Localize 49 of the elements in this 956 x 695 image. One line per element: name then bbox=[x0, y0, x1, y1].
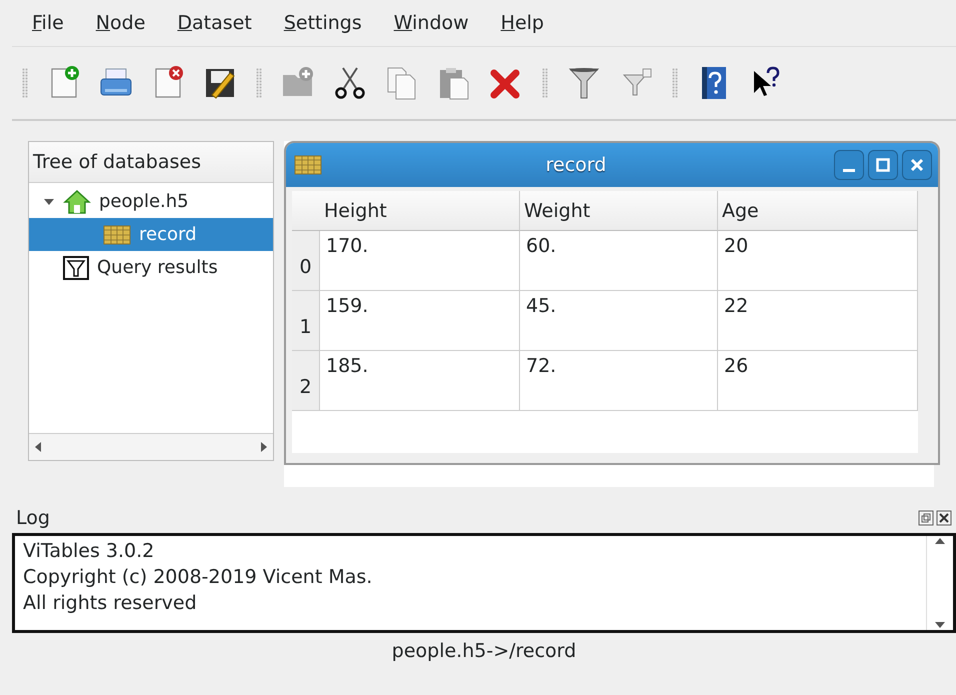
scroll-up-icon[interactable] bbox=[933, 536, 947, 546]
column-header[interactable]: Weight bbox=[520, 191, 718, 231]
horizontal-scrollbar[interactable] bbox=[29, 433, 273, 460]
maximize-icon bbox=[875, 157, 891, 173]
funnel-icon bbox=[566, 65, 602, 101]
expanded-arrow-icon[interactable] bbox=[43, 196, 55, 206]
close-icon bbox=[909, 157, 925, 173]
minimize-button[interactable] bbox=[834, 150, 864, 180]
table-cell: 26 bbox=[718, 351, 918, 411]
row-header[interactable]: 1 bbox=[292, 291, 320, 351]
tree-header: Tree of databases bbox=[29, 142, 273, 183]
status-text: people.h5->/record bbox=[392, 640, 576, 662]
query-icon bbox=[63, 256, 89, 280]
table-cell: 72. bbox=[520, 351, 718, 411]
float-icon[interactable] bbox=[918, 510, 934, 526]
maximize-button[interactable] bbox=[868, 150, 898, 180]
table-cell: 45. bbox=[520, 291, 718, 351]
log-line: Copyright (c) 2008-2019 Vicent Mas. bbox=[23, 566, 374, 588]
tree-item[interactable]: record bbox=[29, 218, 273, 251]
header-corner bbox=[292, 191, 320, 231]
menu-item[interactable]: Window bbox=[382, 8, 481, 38]
menu-item[interactable]: Dataset bbox=[165, 8, 264, 38]
log-line: ViTables 3.0.2 bbox=[23, 540, 156, 562]
log-line: All rights reserved bbox=[23, 592, 198, 614]
table-cell: 22 bbox=[718, 291, 918, 351]
menu-item[interactable]: Node bbox=[84, 8, 158, 38]
log-title: Log bbox=[16, 507, 50, 529]
table-icon bbox=[103, 224, 131, 244]
menu-item[interactable]: Settings bbox=[272, 8, 374, 38]
column-header[interactable]: Age bbox=[718, 191, 918, 231]
table-icon bbox=[294, 155, 322, 175]
tree-item[interactable]: people.h5 bbox=[29, 185, 273, 218]
subwindow-title: record bbox=[544, 154, 608, 176]
table-cell: 20 bbox=[718, 231, 918, 291]
close-button[interactable] bbox=[902, 150, 932, 180]
house-icon bbox=[63, 188, 91, 214]
table-cell: 60. bbox=[520, 231, 718, 291]
minimize-icon bbox=[843, 168, 855, 172]
table-cell: 170. bbox=[320, 231, 520, 291]
tree-item[interactable]: Query results bbox=[29, 251, 273, 284]
close-icon[interactable] bbox=[936, 510, 952, 526]
table-cell: 185. bbox=[320, 351, 520, 411]
table-cell: 159. bbox=[320, 291, 520, 351]
scroll-down-icon[interactable] bbox=[933, 620, 947, 630]
column-header[interactable]: Height bbox=[320, 191, 520, 231]
row-header[interactable]: 0 bbox=[292, 231, 320, 291]
menu-item[interactable]: File bbox=[20, 8, 76, 38]
row-header[interactable]: 2 bbox=[292, 351, 320, 411]
menu-item[interactable]: Help bbox=[488, 8, 556, 38]
